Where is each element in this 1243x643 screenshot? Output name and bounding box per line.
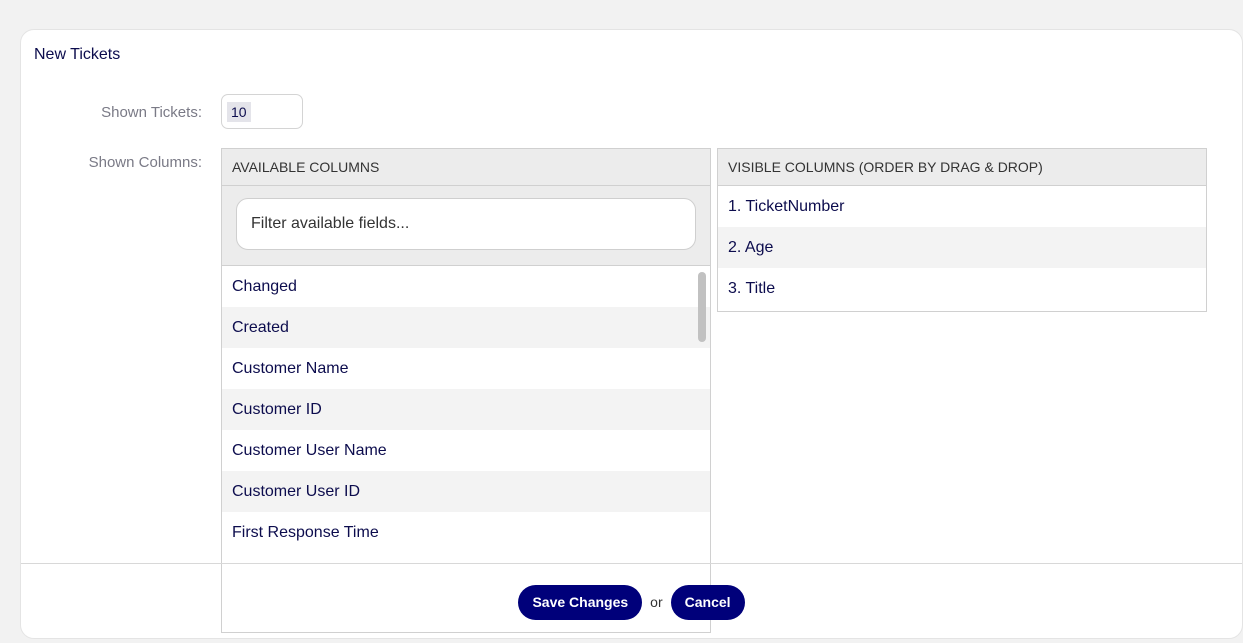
shown-tickets-value: 10 [227, 101, 251, 122]
filter-available-fields-input[interactable] [236, 198, 696, 250]
list-item-customer-user-name[interactable]: Customer User Name [222, 430, 710, 471]
list-item-changed[interactable]: Changed [222, 266, 710, 307]
filter-wrapper [222, 186, 710, 266]
widget-title: New Tickets [34, 46, 121, 63]
new-tickets-widget: New Tickets Shown Tickets: 10 Shown Colu… [20, 29, 1243, 639]
shown-columns-label: Shown Columns: [88, 154, 202, 171]
cancel-button[interactable]: Cancel [670, 584, 745, 620]
visible-columns-header: VISIBLE COLUMNS (ORDER BY DRAG & DROP) [718, 149, 1206, 186]
list-scrollbar[interactable] [698, 272, 706, 342]
visible-columns-panel: VISIBLE COLUMNS (ORDER BY DRAG & DROP) 1… [717, 148, 1207, 312]
list-item-created[interactable]: Created [222, 307, 710, 348]
list-item-customer-name[interactable]: Customer Name [222, 348, 710, 389]
list-item-first-response-time[interactable]: First Response Time [222, 512, 710, 553]
visible-item-title[interactable]: 3. Title [718, 268, 1206, 309]
or-text: or [650, 594, 663, 610]
visible-item-ticketnumber[interactable]: 1. TicketNumber [718, 186, 1206, 227]
visible-item-age[interactable]: 2. Age [718, 227, 1206, 268]
save-changes-button[interactable]: Save Changes [518, 584, 643, 620]
available-columns-header: AVAILABLE COLUMNS [222, 149, 710, 186]
list-item-customer-user-id[interactable]: Customer User ID [222, 471, 710, 512]
widget-footer: Save Changes or Cancel [21, 564, 1242, 640]
available-columns-panel: AVAILABLE COLUMNS Changed Created Custom… [221, 148, 711, 633]
shown-tickets-label: Shown Tickets: [101, 104, 202, 121]
shown-tickets-select[interactable]: 10 [221, 94, 303, 129]
list-item-customer-id[interactable]: Customer ID [222, 389, 710, 430]
